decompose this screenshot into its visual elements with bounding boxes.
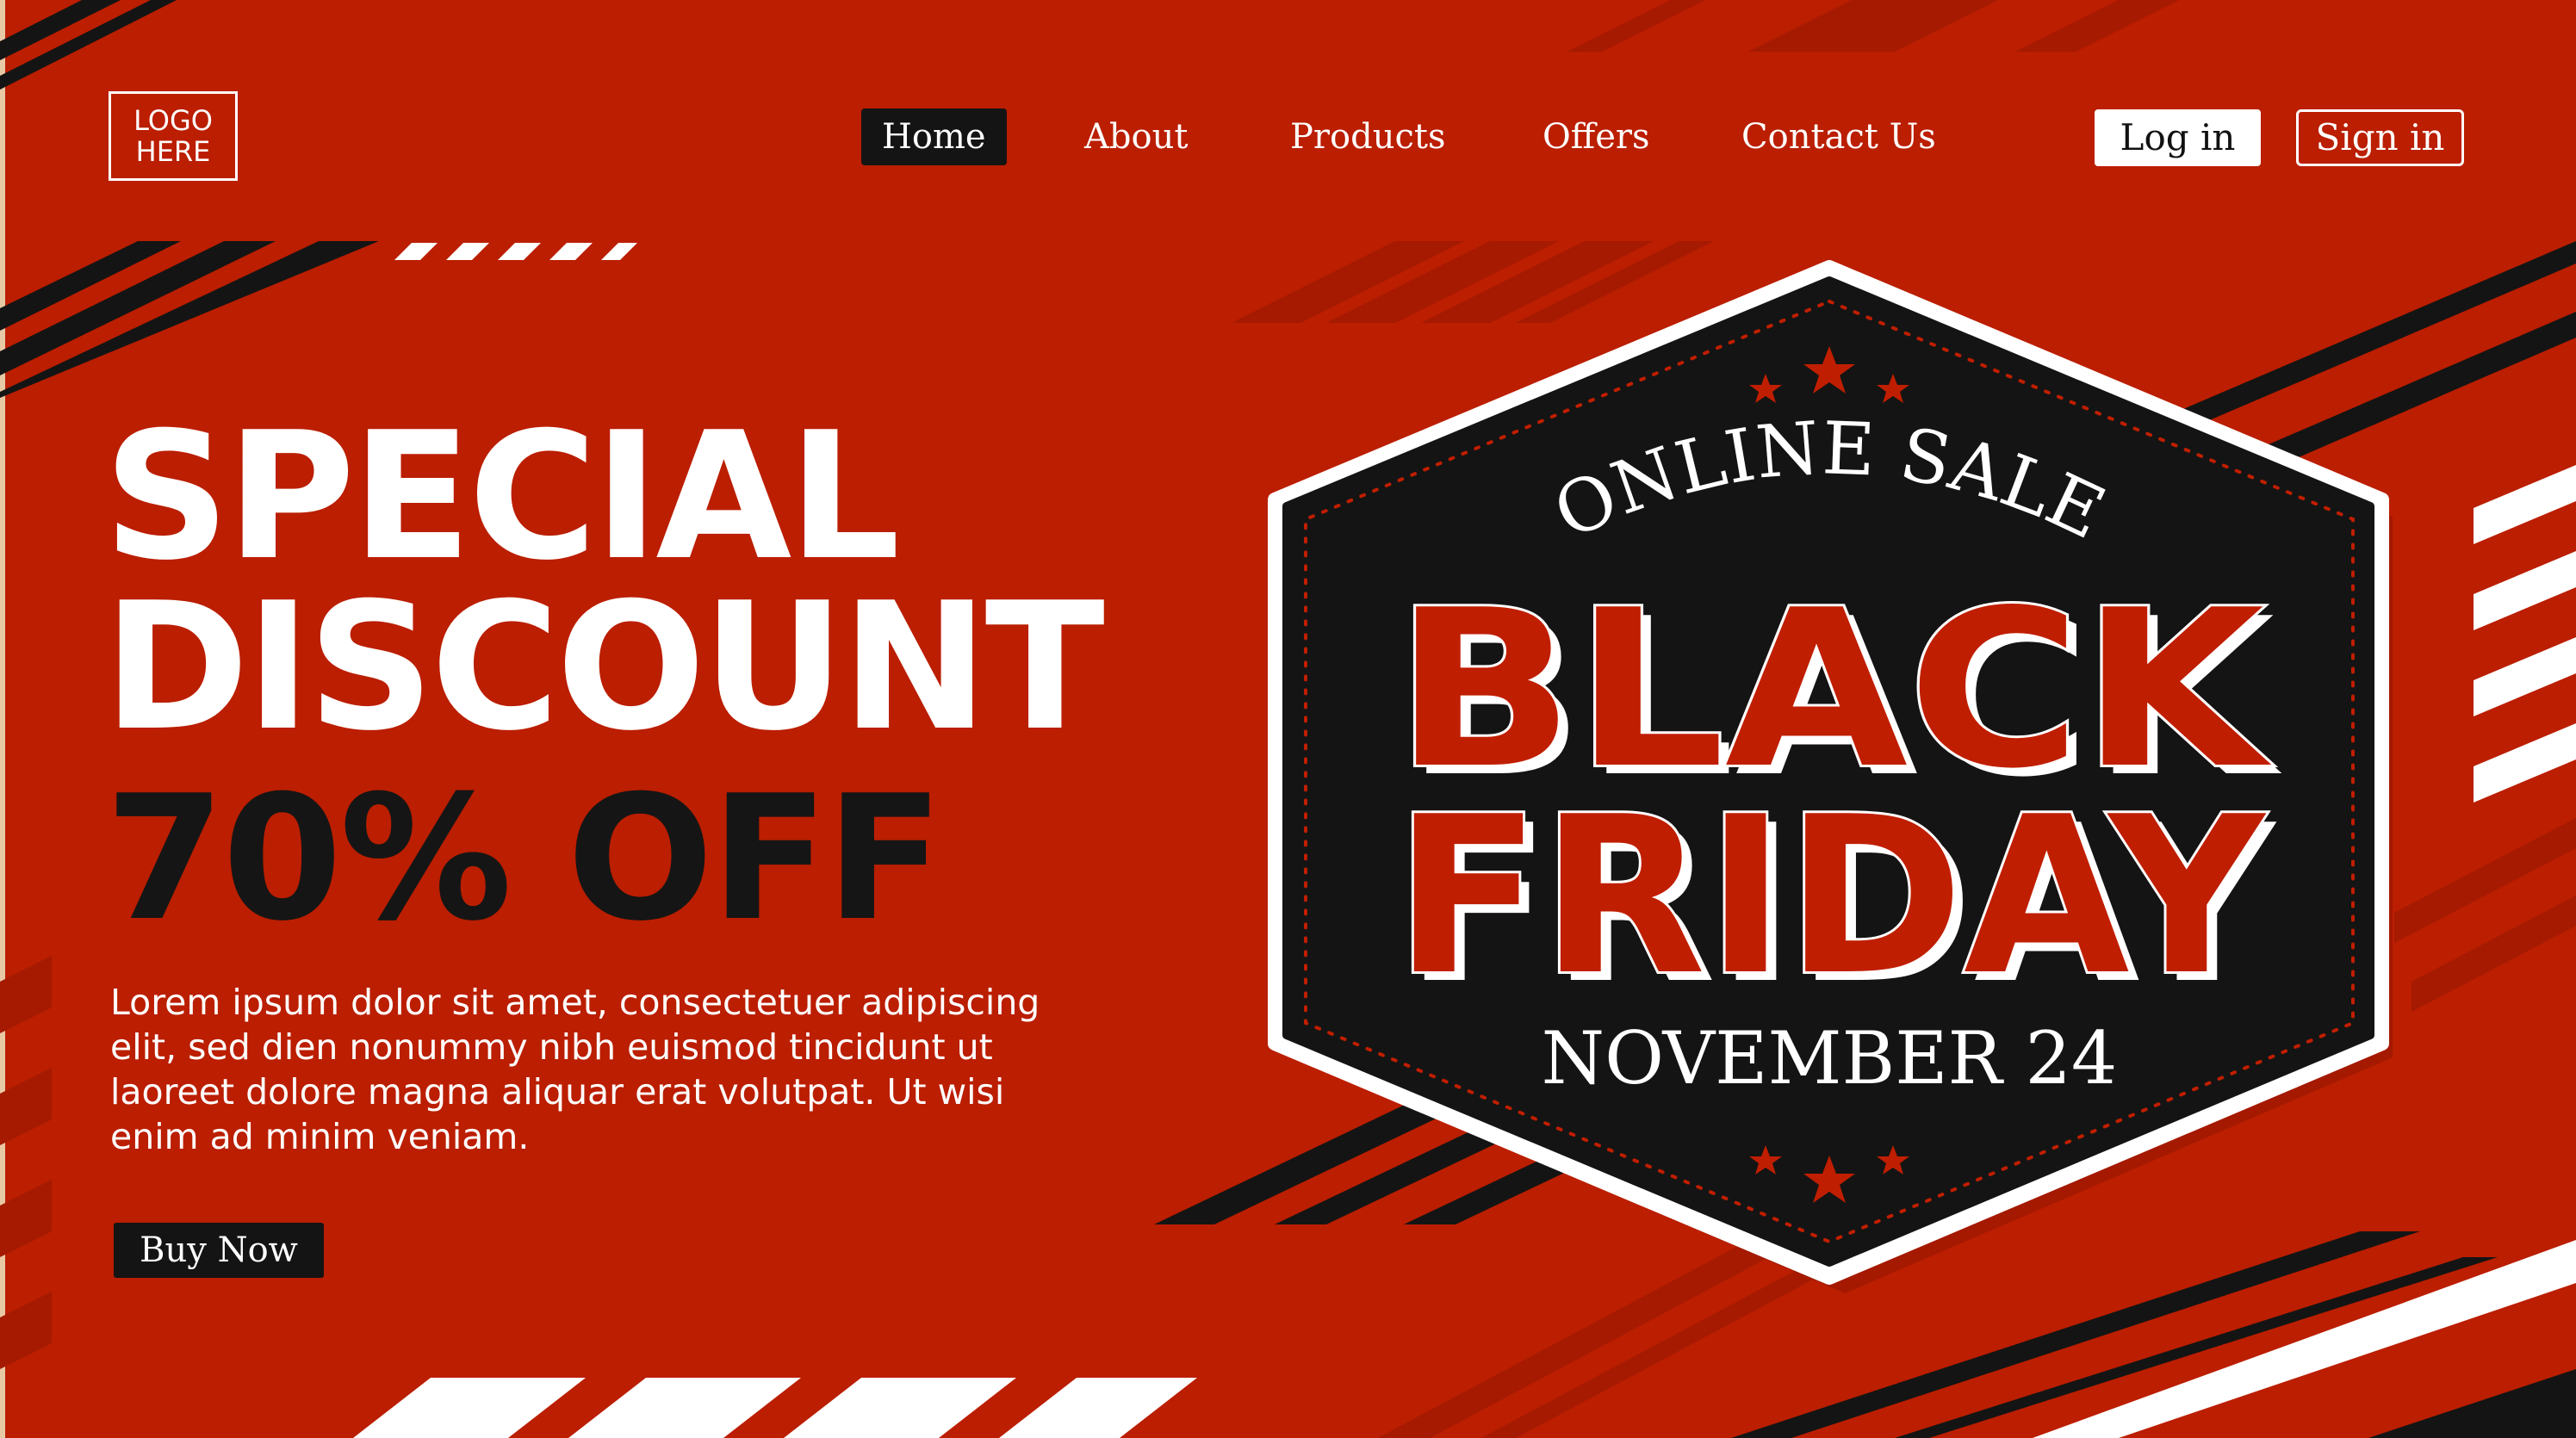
discount-amount: 70% OFF [105, 759, 944, 959]
friday-text: FRIDAY [1394, 771, 2266, 1023]
white-dashes-top [394, 243, 637, 260]
nav-contact-us[interactable]: Contact Us [1741, 108, 1936, 165]
nav-products[interactable]: Products [1290, 108, 1446, 165]
landing-page: ONLINE SALE BLACK BLACK FRIDAY FRIDAY NO… [0, 0, 2576, 1438]
logo[interactable]: LOGO HERE [109, 91, 238, 181]
white-stripes-right [2474, 465, 2576, 803]
logo-line-1: LOGO [133, 104, 213, 137]
nav-home[interactable]: Home [861, 108, 1007, 165]
hero-description: Lorem ipsum dolor sit amet, consectetuer… [110, 982, 1040, 1157]
black-friday-badge: ONLINE SALE BLACK BLACK FRIDAY FRIDAY NO… [1268, 260, 2393, 1293]
logo-line-2: HERE [135, 135, 211, 168]
headline-discount: DISCOUNT [103, 566, 1105, 770]
nav-about[interactable]: About [1084, 108, 1188, 165]
login-button[interactable]: Log in [2095, 109, 2261, 166]
headline-special: SPECIAL [103, 395, 900, 599]
buy-now-button[interactable]: Buy Now [114, 1223, 324, 1278]
dark-stripes-top-left [0, 0, 379, 398]
signin-button[interactable]: Sign in [2296, 109, 2464, 166]
nav-offers[interactable]: Offers [1542, 108, 1650, 165]
date-text: NOVEMBER 24 [1542, 1016, 2118, 1100]
